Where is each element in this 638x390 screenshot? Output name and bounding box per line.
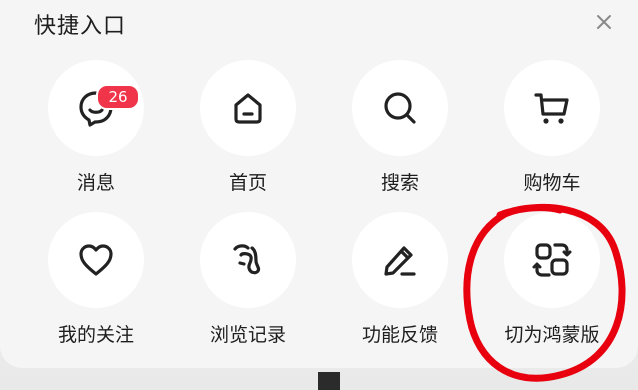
icon-circle <box>48 212 144 308</box>
switch-icon <box>532 243 572 277</box>
icon-circle <box>200 212 296 308</box>
quick-item-harmony-switch[interactable]: 切为鸿蒙版 <box>482 212 622 362</box>
quick-item-label: 消息 <box>76 172 115 194</box>
quick-item-label: 购物车 <box>523 172 581 194</box>
quick-item-search[interactable]: 搜索 <box>330 60 470 210</box>
heart-icon <box>79 244 113 276</box>
search-icon <box>384 92 416 124</box>
device-stand <box>318 372 340 390</box>
quick-item-follows[interactable]: 我的关注 <box>26 212 166 362</box>
quick-item-label: 切为鸿蒙版 <box>504 324 600 346</box>
quick-item-cart[interactable]: 购物车 <box>482 60 622 210</box>
icon-circle <box>504 212 600 308</box>
quick-item-label: 我的关注 <box>57 324 134 346</box>
quick-item-home[interactable]: 首页 <box>178 60 318 210</box>
quick-item-history[interactable]: 浏览记录 <box>178 212 318 362</box>
quick-item-label: 功能反馈 <box>361 324 438 346</box>
panel-title: 快捷入口 <box>34 14 127 39</box>
pencil-icon <box>384 246 416 276</box>
icon-circle: 26 <box>48 60 144 156</box>
icon-circle <box>352 212 448 308</box>
close-icon[interactable] <box>592 10 616 34</box>
home-icon <box>234 93 262 124</box>
quick-item-label: 搜索 <box>380 172 419 194</box>
screen: 快捷入口 26 消息 首页 搜索 购物车 我的关注 浏览记录 功能反馈 切为鸿蒙… <box>0 0 638 390</box>
quick-entry-panel: 快捷入口 26 消息 首页 搜索 购物车 我的关注 浏览记录 功能反馈 切为鸿蒙… <box>0 0 638 368</box>
quick-item-label: 首页 <box>228 172 267 194</box>
footprint-icon <box>233 244 261 275</box>
unread-badge: 26 <box>96 84 140 110</box>
icon-circle <box>200 60 296 156</box>
cart-icon <box>534 93 569 124</box>
quick-item-feedback[interactable]: 功能反馈 <box>330 212 470 362</box>
quick-item-messages[interactable]: 26 消息 <box>26 60 166 210</box>
icon-circle <box>504 60 600 156</box>
icon-circle <box>352 60 448 156</box>
quick-item-label: 浏览记录 <box>209 324 286 346</box>
